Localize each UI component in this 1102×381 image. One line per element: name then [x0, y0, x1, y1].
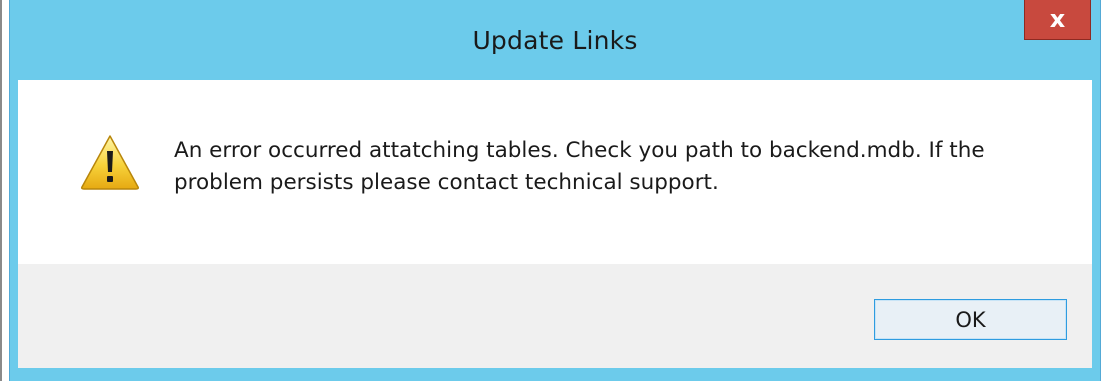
- window-title: Update Links: [472, 26, 638, 55]
- ok-button[interactable]: OK: [874, 299, 1067, 340]
- dialog-window: Update Links x An error occurred attatch…: [9, 0, 1101, 381]
- button-bar: OK: [18, 264, 1092, 368]
- title-bar[interactable]: Update Links x: [10, 0, 1100, 80]
- window-frame-right: [1092, 80, 1100, 368]
- close-icon: x: [1049, 4, 1066, 33]
- close-button[interactable]: x: [1024, 0, 1091, 40]
- desktop-edge: [0, 0, 2, 381]
- error-message: An error occurred attatching tables. Che…: [174, 138, 985, 195]
- window-frame-bottom: [10, 368, 1100, 381]
- window-frame-left: [10, 80, 18, 368]
- warning-icon: [81, 135, 139, 190]
- message-area: An error occurred attatching tables. Che…: [18, 80, 1092, 264]
